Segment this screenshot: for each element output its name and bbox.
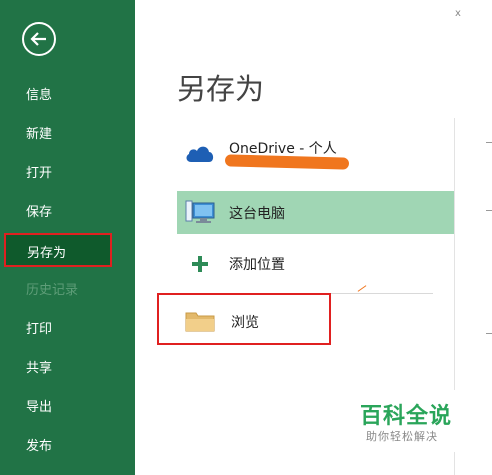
- cloud-icon: [186, 146, 214, 162]
- plus-icon: [192, 256, 208, 272]
- sidebar-item-share[interactable]: 共享: [26, 360, 52, 378]
- folder-icon: [185, 312, 215, 332]
- sidebar-item-publish[interactable]: 发布: [26, 438, 52, 456]
- edge-tick: [486, 210, 492, 211]
- location-label: 添加位置: [229, 257, 285, 273]
- browse-button[interactable]: 浏览: [157, 293, 331, 345]
- location-add-place[interactable]: 添加位置: [177, 242, 454, 285]
- location-this-pc[interactable]: 这台电脑: [177, 191, 454, 234]
- sidebar-item-history: 历史记录: [26, 283, 79, 298]
- backstage-sidebar: 信息 新建 打开 保存 另存为 历史记录 打印 共享 导出 发布: [0, 0, 135, 475]
- sidebar-item-save-as-label: 另存为: [27, 246, 67, 261]
- arrow-left-icon: [30, 32, 46, 46]
- redacted-account: [224, 154, 350, 170]
- location-label: 这台电脑: [229, 206, 285, 222]
- watermark: 百科全说 助你轻松解决: [344, 390, 464, 452]
- sidebar-item-save-as[interactable]: 另存为: [4, 233, 112, 267]
- mouse-mark: [357, 285, 367, 292]
- sidebar-item-open[interactable]: 打开: [26, 165, 52, 183]
- page-title: 另存为: [177, 72, 265, 106]
- browse-label: 浏览: [231, 315, 259, 331]
- location-onedrive[interactable]: OneDrive - 个人: [177, 132, 454, 184]
- back-button[interactable]: [22, 22, 56, 56]
- sidebar-item-save[interactable]: 保存: [26, 204, 52, 222]
- sidebar-item-export[interactable]: 导出: [26, 399, 52, 417]
- edge-tick: [486, 333, 492, 334]
- watermark-title: 百科全说: [360, 404, 453, 429]
- edge-tick: [486, 142, 492, 143]
- watermark-subtitle: 助你轻松解决: [366, 430, 438, 443]
- sidebar-item-new[interactable]: 新建: [26, 126, 52, 144]
- sidebar-item-info[interactable]: 信息: [26, 87, 52, 105]
- computer-icon: [185, 200, 215, 223]
- window-close-glyph[interactable]: x: [455, 8, 461, 19]
- sidebar-item-print[interactable]: 打印: [26, 321, 52, 339]
